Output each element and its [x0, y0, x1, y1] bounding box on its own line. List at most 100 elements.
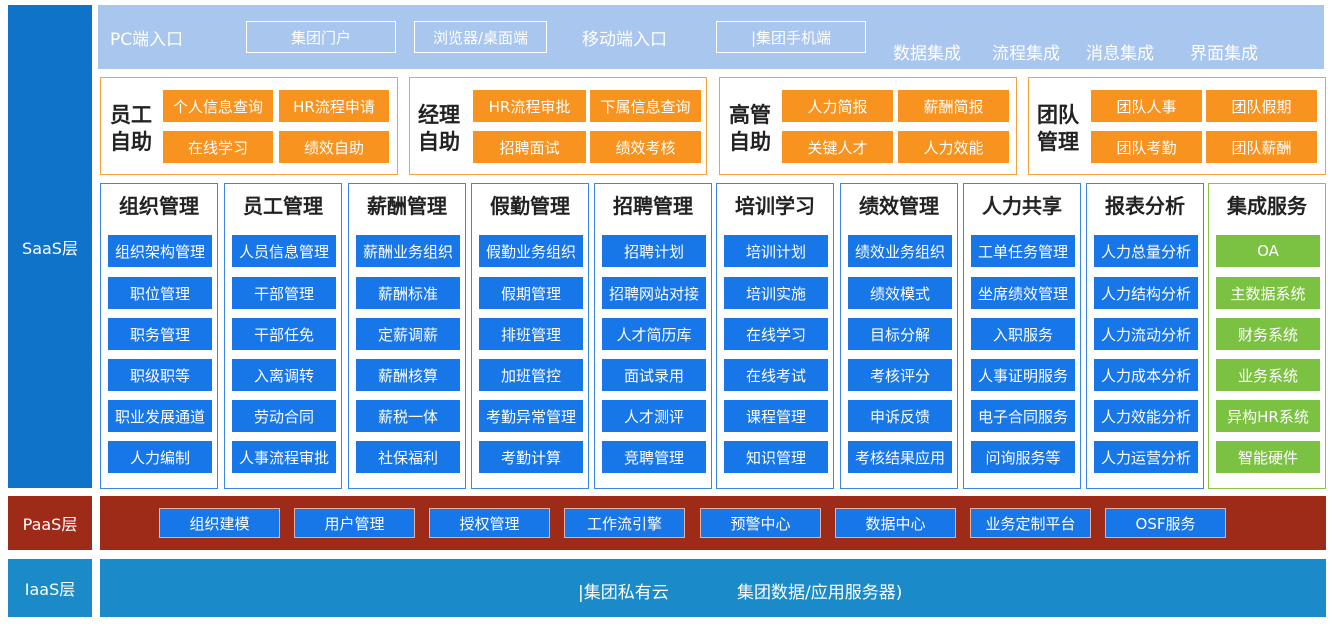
self-service-item: HR流程申请: [279, 90, 389, 122]
self-service-item: 关键人才: [782, 131, 893, 163]
self-service-item: HR流程审批: [473, 90, 586, 122]
module-item: 在线考试: [724, 359, 828, 391]
self-service-team: 团队 管理 团队人事 团队假期 团队考勤 团队薪酬: [1028, 77, 1326, 175]
module-item: 定薪调薪: [356, 318, 460, 350]
self-service-item: 个人信息查询: [163, 90, 273, 122]
self-service-item: 团队考勤: [1091, 131, 1202, 163]
module-item: 职位管理: [108, 277, 212, 309]
module-item: 假期管理: [479, 277, 583, 309]
self-service-title: 经理 自助: [418, 103, 460, 154]
self-service-item: 薪酬简报: [898, 90, 1009, 122]
group-mobile-box: |集团手机端: [716, 21, 866, 53]
self-service-title: 高管 自助: [729, 103, 771, 154]
module-column-training: 培训学习 培训计划 培训实施 在线学习 在线考试 课程管理 知识管理: [716, 183, 834, 489]
module-item: 人员信息管理: [232, 235, 336, 267]
module-item: 人力成本分析: [1094, 359, 1198, 391]
module-title: 薪酬管理: [367, 194, 447, 218]
module-item: 人事证明服务: [971, 359, 1075, 391]
self-service-item: 团队薪酬: [1206, 131, 1317, 163]
module-title: 人力共享: [982, 194, 1062, 218]
integration-interface: 界面集成: [1190, 44, 1258, 64]
module-title: 员工管理: [243, 194, 323, 218]
integration-message: 消息集成: [1086, 44, 1154, 64]
paas-item: 授权管理: [429, 508, 550, 538]
self-service-executive: 高管 自助 人力简报 薪酬简报 关键人才 人力效能: [719, 77, 1017, 175]
module-item: 干部任免: [232, 318, 336, 350]
entry-bar: PC端入口 集团门户 浏览器/桌面端 移动端入口 |集团手机端 数据集成 流程集…: [98, 5, 1324, 69]
module-item: 培训计划: [724, 235, 828, 267]
module-item: 职业发展通道: [108, 400, 212, 432]
module-item: 组织架构管理: [108, 235, 212, 267]
module-item: 排班管理: [479, 318, 583, 350]
self-service-item: 人力简报: [782, 90, 893, 122]
module-item: 面试录用: [602, 359, 706, 391]
module-item: 人事流程审批: [232, 441, 336, 473]
integration-process: 流程集成: [992, 44, 1060, 64]
self-service-item: 绩效自助: [279, 131, 389, 163]
module-column-integration: 集成服务 OA 主数据系统 财务系统 业务系统 异构HR系统 智能硬件: [1208, 183, 1326, 489]
iaas-bar: |集团私有云 集团数据/应用服务器): [100, 559, 1326, 617]
module-title: 培训学习: [735, 194, 815, 218]
module-item: 竞聘管理: [602, 441, 706, 473]
self-service-title: 团队 管理: [1037, 103, 1079, 154]
private-cloud-label: |集团私有云: [578, 583, 669, 603]
module-item: 薪税一体: [356, 400, 460, 432]
module-column-employee: 员工管理 人员信息管理 干部管理 干部任免 入离调转 劳动合同 人事流程审批: [224, 183, 342, 489]
module-item: OA: [1216, 235, 1320, 267]
self-service-title: 员工 自助: [110, 103, 152, 154]
module-item: 申诉反馈: [848, 400, 952, 432]
self-service-employee: 员工 自助 个人信息查询 HR流程申请 在线学习 绩效自助: [100, 77, 398, 175]
module-item: 坐席绩效管理: [971, 277, 1075, 309]
module-item: 课程管理: [724, 400, 828, 432]
module-title: 报表分析: [1105, 194, 1185, 218]
module-item: 人力总量分析: [1094, 235, 1198, 267]
module-title: 组织管理: [119, 194, 199, 218]
module-item: 电子合同服务: [971, 400, 1075, 432]
module-item: 人力流动分析: [1094, 318, 1198, 350]
module-item: 人力效能分析: [1094, 400, 1198, 432]
integration-data: 数据集成: [893, 44, 961, 64]
module-item: 入离调转: [232, 359, 336, 391]
module-item: 智能硬件: [1216, 441, 1320, 473]
module-item: 知识管理: [724, 441, 828, 473]
module-item: 工单任务管理: [971, 235, 1075, 267]
module-item: 绩效模式: [848, 277, 952, 309]
self-service-item: 团队假期: [1206, 90, 1317, 122]
module-title: 假勤管理: [490, 194, 570, 218]
module-item: 薪酬核算: [356, 359, 460, 391]
module-item: 人力编制: [108, 441, 212, 473]
group-portal-box: 集团门户: [246, 21, 396, 53]
module-item: 假勤业务组织: [479, 235, 583, 267]
module-item: 招聘网站对接: [602, 277, 706, 309]
module-column-org: 组织管理 组织架构管理 职位管理 职务管理 职级职等 职业发展通道 人力编制: [100, 183, 218, 489]
module-item: 人才简历库: [602, 318, 706, 350]
paas-bar: 组织建模 用户管理 授权管理 工作流引擎 预警中心 数据中心 业务定制平台 OS…: [100, 496, 1326, 550]
paas-item: 组织建模: [159, 508, 280, 538]
module-column-performance: 绩效管理 绩效业务组织 绩效模式 目标分解 考核评分 申诉反馈 考核结果应用: [840, 183, 958, 489]
saas-layer-label: SaaS层: [8, 5, 92, 488]
module-item: 招聘计划: [602, 235, 706, 267]
module-item: 薪酬标准: [356, 277, 460, 309]
module-item: 干部管理: [232, 277, 336, 309]
module-title: 绩效管理: [859, 194, 939, 218]
self-service-item: 在线学习: [163, 131, 273, 163]
mobile-entry-label: 移动端入口: [582, 30, 667, 50]
module-column-reporting: 报表分析 人力总量分析 人力结构分析 人力流动分析 人力成本分析 人力效能分析 …: [1086, 183, 1204, 489]
module-item: 入职服务: [971, 318, 1075, 350]
browser-desktop-box: 浏览器/桌面端: [414, 21, 547, 53]
module-item: 业务系统: [1216, 359, 1320, 391]
module-column-compensation: 薪酬管理 薪酬业务组织 薪酬标准 定薪调薪 薪酬核算 薪税一体 社保福利: [348, 183, 466, 489]
module-title: 集成服务: [1227, 194, 1307, 218]
module-item: 考勤计算: [479, 441, 583, 473]
module-item: 绩效业务组织: [848, 235, 952, 267]
module-item: 人才测评: [602, 400, 706, 432]
self-service-item: 招聘面试: [473, 131, 586, 163]
module-item: 异构HR系统: [1216, 400, 1320, 432]
module-item: 目标分解: [848, 318, 952, 350]
module-item: 薪酬业务组织: [356, 235, 460, 267]
module-column-shared-services: 人力共享 工单任务管理 坐席绩效管理 入职服务 人事证明服务 电子合同服务 问询…: [963, 183, 1081, 489]
module-item: 主数据系统: [1216, 277, 1320, 309]
module-item: 人力运营分析: [1094, 441, 1198, 473]
self-service-item: 团队人事: [1091, 90, 1202, 122]
module-item: 社保福利: [356, 441, 460, 473]
